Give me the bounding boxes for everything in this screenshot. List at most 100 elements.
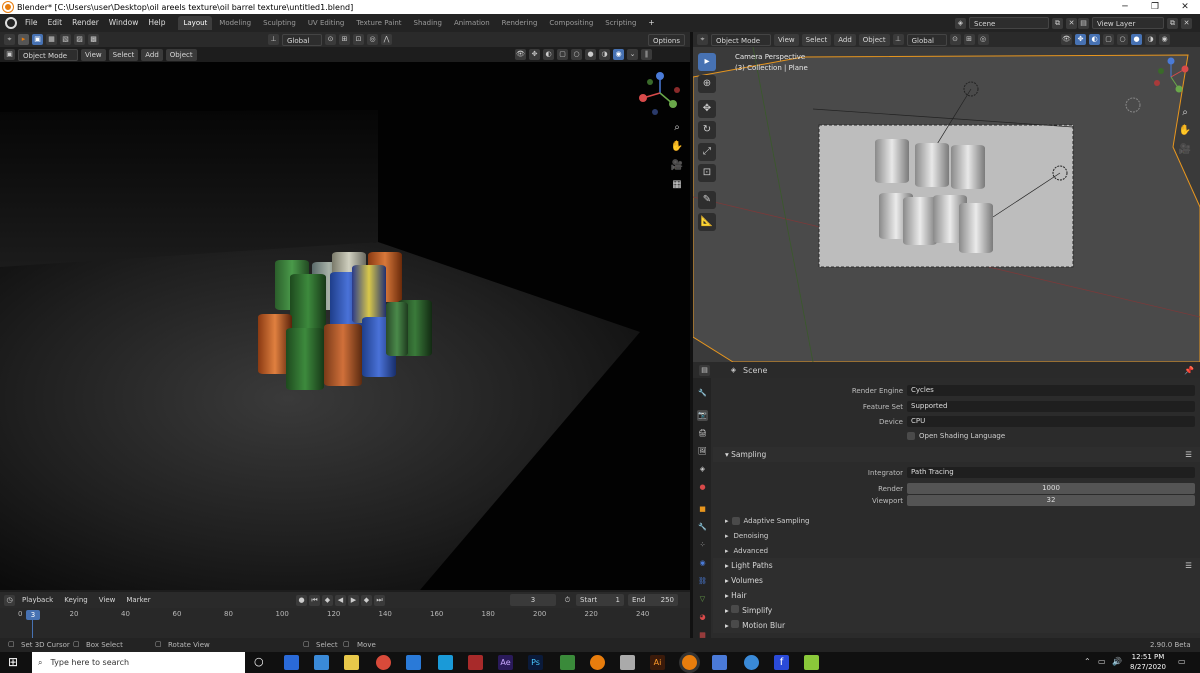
advanced-row[interactable]: ▸ Advanced [725,544,768,557]
right-menu-view[interactable]: View [774,33,799,46]
right-material-icon[interactable]: ◑ [1145,34,1156,45]
after-effects-icon[interactable]: Ae [498,655,513,670]
select-intersect-icon[interactable]: ▩ [88,34,99,45]
blender-active-icon[interactable] [682,655,697,670]
view-layer-selector[interactable]: ▤ View Layer ⧉ ✕ [1078,17,1192,29]
tab-texture-paint[interactable]: Texture Paint [351,16,406,30]
output-tab-icon[interactable]: 🖨 [697,428,708,439]
select-box-icon[interactable]: ▣ [32,34,43,45]
view-layer-close-icon[interactable]: ✕ [1181,17,1192,29]
right-visibility-icon[interactable]: 👁 [1061,34,1072,45]
view-layer-field[interactable]: View Layer [1092,17,1164,29]
tool-measure-icon[interactable]: 📐 [698,213,716,231]
mail-app-icon[interactable] [406,655,421,670]
right-menu-select[interactable]: Select [801,33,832,46]
tool-move-icon[interactable]: ✥ [698,100,716,118]
render-engine-dropdown[interactable]: Cycles [907,385,1195,396]
render-samples-field[interactable]: 1000 [907,483,1195,494]
timeline-menu-keying[interactable]: Keying [60,594,92,606]
material-tab-icon[interactable]: ◕ [697,612,708,623]
left-3d-viewport[interactable]: ⌕ ✋ 🎥 ▦ [0,62,690,590]
jump-start-icon[interactable]: ⏮ [309,594,320,606]
tray-chevron-icon[interactable]: ⌃ [1084,657,1091,666]
clock-date[interactable]: 8/27/2020 [1128,663,1168,671]
solid-shading-icon[interactable]: ● [585,49,596,60]
proportional-icon[interactable]: ◎ [367,34,378,45]
constraints-tab-icon[interactable]: ⛓ [697,576,708,587]
right-pivot-icon[interactable]: ⊙ [949,34,961,45]
right-wireframe-icon[interactable]: ○ [1117,34,1128,45]
tool-cursor-icon[interactable]: ⊕ [698,75,716,93]
clock-time[interactable]: 12:51 PM [1130,653,1166,661]
minimize-icon[interactable]: ─ [1110,0,1140,14]
left-menu-select[interactable]: Select [108,48,139,61]
hair-panel-header[interactable]: ▸ Hair [713,588,1200,603]
tool-select-icon[interactable]: ▸ [18,34,29,45]
light-paths-presets-icon[interactable]: ☰ [1185,558,1192,573]
tray-network-icon[interactable]: ▭ [1098,657,1106,666]
timeline-track[interactable]: 0 20 40 60 80 100 120 140 160 180 200 220 240 3 [0,608,690,638]
tab-layout[interactable]: Layout [178,16,213,30]
select-extend-icon[interactable]: ▦ [46,34,57,45]
chrome-alt-icon[interactable] [744,655,759,670]
tray-volume-icon[interactable]: 🔊 [1112,657,1122,666]
play-icon[interactable]: ▶ [348,594,359,606]
right-camera-view-icon[interactable]: 🎥 [1177,142,1193,158]
options-button[interactable]: Options [648,33,686,46]
xray-icon[interactable]: ▢ [557,49,568,60]
feature-set-dropdown[interactable]: Supported [907,401,1195,412]
right-editor-type-icon[interactable]: ⌖ [697,34,708,45]
menu-window[interactable]: Window [104,14,144,32]
menu-edit[interactable]: Edit [43,14,68,32]
tool-scale-icon[interactable]: ⤢ [698,143,716,161]
start-frame-field[interactable]: Start 1 [576,594,624,606]
blender-app-icon[interactable] [590,655,605,670]
editor-type-icon[interactable]: ⌖ [4,34,15,45]
modifier-tab-icon[interactable]: 🔧 [697,522,708,533]
pivot-icon[interactable]: ⊙ [325,34,336,45]
pin-icon[interactable]: 📌 [1184,366,1194,375]
current-frame-field[interactable]: 3 [510,594,556,606]
scene-field[interactable]: Scene [969,17,1049,29]
tool-transform-icon[interactable]: ⊡ [698,164,716,182]
photoshop-icon[interactable]: Ps [528,655,543,670]
right-proportional-icon[interactable]: ◎ [977,34,989,45]
ortho-grid-icon[interactable]: ▦ [669,177,685,193]
timeline-menu-view[interactable]: View [95,594,120,606]
tool-annotate-icon[interactable]: ✎ [698,191,716,209]
view-layer-copy-icon[interactable]: ⧉ [1167,17,1178,29]
app-icon[interactable] [438,655,453,670]
timeline-menu-playback[interactable]: Playback [18,594,57,606]
close-icon[interactable]: ✕ [1170,0,1200,14]
right-zoom-icon[interactable]: ⌕ [1177,105,1193,121]
pan-hand-icon[interactable]: ✋ [669,139,685,155]
adaptive-sampling-row[interactable]: ▸ Adaptive Sampling [725,514,810,527]
menu-help[interactable]: Help [143,14,170,32]
shading-options-icon[interactable]: ⌄ [627,49,638,60]
left-menu-object[interactable]: Object [165,48,197,61]
adaptive-checkbox[interactable] [731,516,740,525]
pause-render-icon[interactable]: ∥ [641,49,652,60]
prev-key-icon[interactable]: ◆ [322,594,333,606]
right-xray-icon[interactable]: ▢ [1103,34,1114,45]
particles-tab-icon[interactable]: ⁘ [697,540,708,551]
scene-selector[interactable]: ◈ Scene ⧉ ✕ [955,17,1077,29]
windows-start-icon[interactable]: ⊞ [8,655,18,669]
light-paths-panel-header[interactable]: ▸ Light Paths ☰ [713,558,1200,573]
task-view-icon[interactable]: ○ [254,655,264,668]
illustrator-icon[interactable]: Ai [650,655,665,670]
physics-tab-icon[interactable]: ◉ [697,558,708,569]
view-layer-tab-icon[interactable]: 🖼 [697,446,708,457]
snap-icon[interactable]: ⊞ [339,34,350,45]
select-invert-icon[interactable]: ▨ [74,34,85,45]
overlay-icon[interactable]: ◐ [543,49,554,60]
camera-view-icon[interactable]: 🎥 [669,158,685,174]
tab-rendering[interactable]: Rendering [497,16,543,30]
tab-animation[interactable]: Animation [449,16,495,30]
edge-app-icon[interactable] [314,655,329,670]
motion-blur-panel-header[interactable]: ▸ Motion Blur [713,618,1200,633]
simplify-checkbox[interactable] [731,605,740,613]
right-gizmo-toggle-icon[interactable]: ✥ [1075,34,1086,45]
select-subtract-icon[interactable]: ▧ [60,34,71,45]
material-shading-icon[interactable]: ◑ [599,49,610,60]
